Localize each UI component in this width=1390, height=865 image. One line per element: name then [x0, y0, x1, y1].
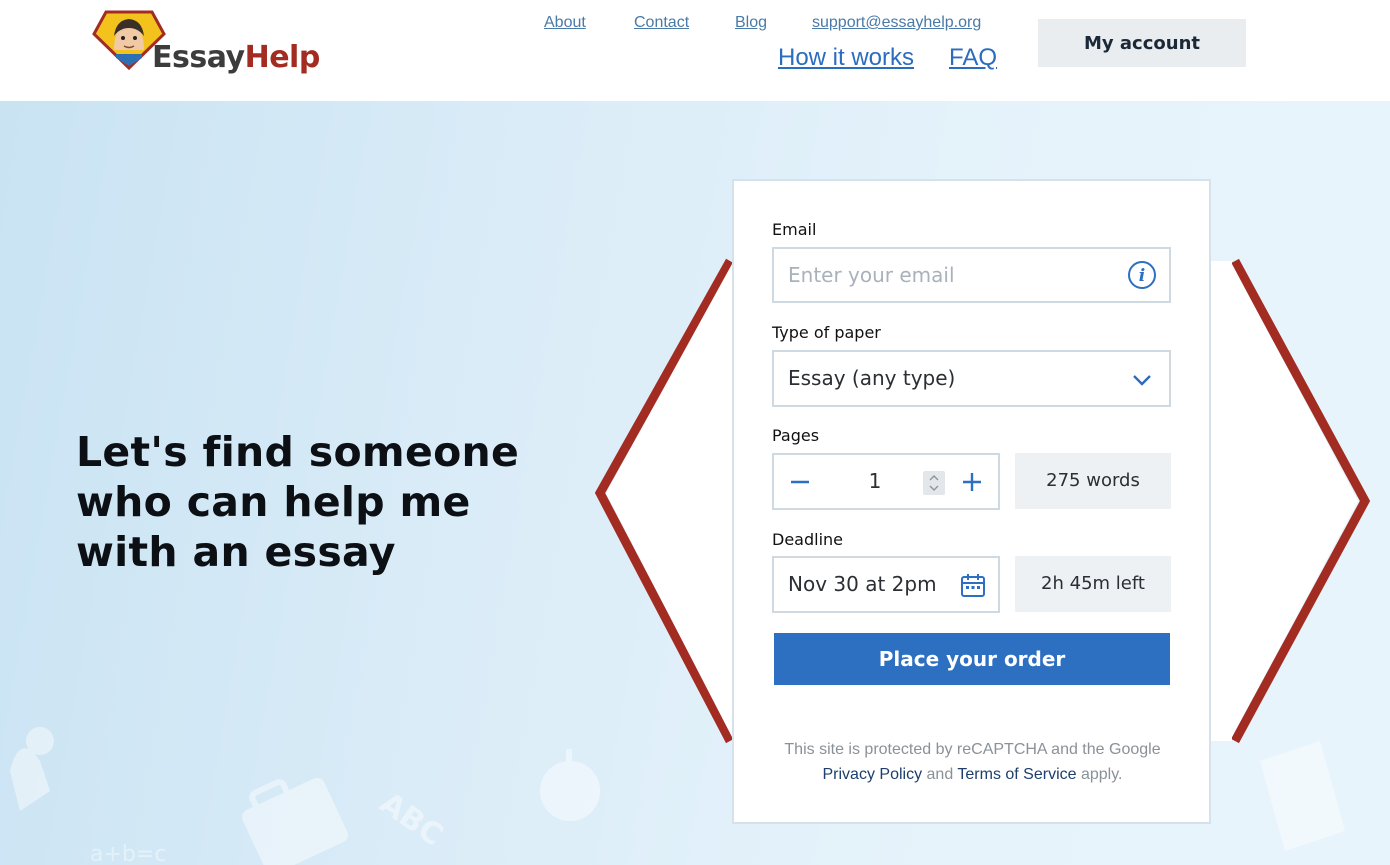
calendar-icon: [961, 574, 985, 597]
recaptcha-and-text: and: [926, 766, 954, 783]
pages-label: Pages: [772, 426, 820, 445]
paper-type-label: Type of paper: [772, 323, 881, 342]
pages-stepper: 1: [772, 453, 1000, 510]
nav-how-it-works-link[interactable]: How it works: [778, 44, 914, 72]
place-order-button[interactable]: Place your order: [774, 633, 1170, 685]
email-label: Email: [772, 220, 817, 239]
hero-headline: Let's find someone who can help me with …: [76, 428, 520, 576]
svg-text:ABC: ABC: [373, 786, 449, 854]
email-input[interactable]: [788, 249, 1108, 301]
logo-wordmark-essay: Essay: [152, 40, 245, 75]
nav-support-email-link[interactable]: support@essayhelp.org: [812, 14, 981, 32]
svg-text:i: i: [1139, 266, 1145, 286]
info-icon[interactable]: i: [1127, 260, 1157, 290]
spinner-arrows-icon[interactable]: [923, 471, 945, 495]
pages-value[interactable]: 1: [860, 469, 890, 493]
paper-type-value: Essay (any type): [788, 366, 956, 390]
minus-icon[interactable]: [788, 470, 812, 494]
recaptcha-notice: This site is protected by reCAPTCHA and …: [754, 737, 1191, 787]
plus-icon[interactable]: [960, 470, 984, 494]
email-field: i: [772, 247, 1171, 303]
chevron-down-icon: [1133, 375, 1151, 386]
deadline-label: Deadline: [772, 530, 843, 549]
recaptcha-apply-text: apply.: [1080, 766, 1123, 783]
nav-about-link[interactable]: About: [544, 14, 586, 32]
nav-faq-link[interactable]: FAQ: [949, 44, 997, 72]
recaptcha-notice-text: This site is protected by reCAPTCHA and …: [784, 741, 1161, 758]
site-header: EssayHelp About Contact Blog support@ess…: [0, 0, 1390, 101]
logo-wordmark-help: Help: [244, 40, 321, 75]
word-count-badge: 275 words: [1015, 453, 1171, 509]
deadline-field[interactable]: Nov 30 at 2pm: [772, 556, 1000, 613]
privacy-policy-link[interactable]: Privacy Policy: [823, 766, 923, 783]
paper-type-select[interactable]: Essay (any type): [772, 350, 1171, 407]
site-logo[interactable]: EssayHelp: [92, 10, 320, 80]
nav-contact-link[interactable]: Contact: [634, 14, 689, 32]
order-form-card: Email i Type of paper Essay (any type) P…: [732, 179, 1211, 824]
svg-text:a+b=c: a+b=c: [90, 842, 166, 865]
terms-of-service-link[interactable]: Terms of Service: [957, 766, 1076, 783]
logo-wordmark: EssayHelp: [152, 40, 320, 75]
deadline-value: Nov 30 at 2pm: [788, 572, 937, 596]
my-account-button[interactable]: My account: [1038, 19, 1246, 67]
nav-blog-link[interactable]: Blog: [735, 14, 767, 32]
time-left-badge: 2h 45m left: [1015, 556, 1171, 612]
